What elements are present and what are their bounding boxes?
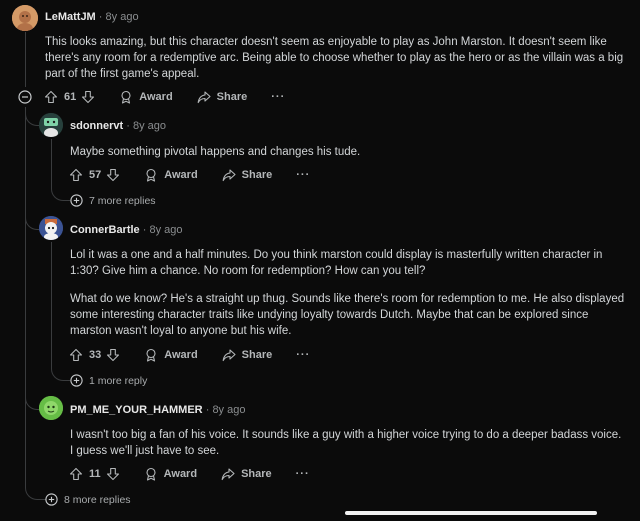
separator: · [142, 224, 147, 236]
award-label: Award [139, 91, 173, 103]
share-button[interactable]: Share [197, 90, 248, 104]
plus-circle-icon [70, 374, 83, 387]
more-replies-link[interactable]: 7 more replies [70, 194, 156, 207]
upvote-icon[interactable] [69, 467, 83, 481]
award-icon [146, 467, 156, 481]
avatar[interactable] [39, 216, 63, 240]
share-icon [197, 91, 211, 104]
share-button[interactable]: Share [222, 348, 273, 362]
comment-body: I wasn't too big a fan of his voice. It … [70, 429, 622, 457]
reply-thread-connector [51, 186, 70, 201]
award-icon [121, 90, 131, 104]
award-label: Award [164, 349, 198, 361]
award-button[interactable]: Award [144, 168, 198, 182]
thread-line-top[interactable] [25, 32, 26, 87]
award-icon [146, 168, 156, 182]
comment-author[interactable]: PM_ME_YOUR_HAMMER · 8y ago [70, 404, 245, 416]
comment-body: This looks amazing, but this character d… [45, 36, 624, 80]
award-icon [146, 348, 156, 362]
separator: · [205, 404, 210, 416]
minus-circle-icon [18, 90, 32, 104]
snoo-avatar-icon [12, 5, 38, 31]
upvote-icon[interactable] [69, 168, 83, 182]
comment-body-paragraph: Lol it was a one and a half minutes. Do … [70, 249, 603, 277]
downvote-icon[interactable] [106, 168, 120, 182]
share-label: Share [216, 91, 248, 103]
reply-thread-connector [51, 366, 70, 381]
share-button[interactable]: Share [222, 168, 273, 182]
separator: · [126, 120, 130, 132]
thread-connector-top-more [25, 478, 46, 500]
downvote-icon[interactable] [106, 348, 120, 362]
more-replies-link[interactable]: 1 more reply [70, 374, 147, 387]
award-button[interactable]: Award [144, 467, 197, 481]
more-options-button[interactable]: ··· [271, 91, 285, 103]
share-icon [222, 169, 236, 182]
avatar[interactable] [39, 396, 63, 420]
timestamp: 8y ago [132, 120, 167, 132]
snoo-avatar-icon [39, 113, 63, 137]
comment-actions: 11 Award Share ··· [69, 467, 310, 481]
collapse-button[interactable] [18, 90, 32, 104]
avatar[interactable] [39, 113, 63, 137]
more-options-button[interactable]: ··· [296, 349, 310, 361]
reply-thread-line[interactable] [51, 242, 52, 367]
upvote-icon[interactable] [44, 90, 58, 104]
snoo-avatar-icon [39, 396, 63, 420]
vote-score: 61 [64, 91, 77, 103]
thread-connector [25, 392, 39, 410]
timestamp: 8y ago [105, 11, 139, 23]
comment-body-paragraph: What do we know? He's a straight up thug… [70, 293, 625, 337]
downvote-icon[interactable] [81, 90, 95, 104]
award-button[interactable]: Award [144, 348, 198, 362]
username[interactable]: PM_ME_YOUR_HAMMER [70, 404, 203, 416]
share-label: Share [241, 468, 272, 480]
separator: · [98, 11, 103, 23]
more-replies-label: 8 more replies [64, 493, 131, 506]
share-label: Share [241, 349, 273, 361]
share-button[interactable]: Share [221, 467, 272, 481]
thread-connector [25, 107, 39, 126]
more-replies-label: 1 more reply [89, 374, 148, 387]
share-icon [222, 349, 236, 362]
award-button[interactable]: Award [119, 90, 173, 104]
snoo-avatar-icon [39, 216, 63, 240]
comment-actions: 33 Award Share ··· [69, 348, 310, 362]
downvote-icon[interactable] [106, 467, 120, 481]
avatar[interactable] [12, 5, 38, 31]
share-icon [221, 468, 235, 481]
plus-circle-icon [70, 194, 83, 207]
username[interactable]: LeMattJM [45, 11, 96, 23]
share-label: Share [241, 169, 273, 181]
plus-circle-icon [45, 493, 58, 506]
comment-author[interactable]: sdonnervt · 8y ago [70, 120, 166, 132]
home-indicator[interactable] [345, 511, 597, 515]
more-replies-label: 7 more replies [89, 194, 156, 207]
timestamp: 8y ago [149, 224, 183, 236]
comment-body: Maybe something pivotal happens and chan… [70, 146, 361, 158]
award-label: Award [163, 468, 198, 480]
award-label: Award [164, 169, 198, 181]
comment-author[interactable]: LeMattJM · 8y ago [45, 11, 139, 23]
more-options-button[interactable]: ··· [296, 169, 310, 181]
thread-connector [25, 212, 39, 230]
thread-line-top-lower[interactable] [25, 107, 26, 480]
vote-score: 57 [89, 169, 102, 181]
comment-author[interactable]: ConnerBartle · 8y ago [70, 224, 183, 236]
comment-actions: 61 Award Share ··· [44, 90, 285, 104]
timestamp: 8y ago [212, 404, 246, 416]
more-replies-link[interactable]: 8 more replies [45, 493, 131, 506]
vote-score: 11 [89, 468, 101, 480]
vote-score: 33 [89, 349, 102, 361]
username[interactable]: sdonnervt [70, 120, 123, 132]
reply-thread-line[interactable] [51, 139, 52, 187]
username[interactable]: ConnerBartle [70, 224, 140, 236]
comment-actions: 57 Award Share ··· [69, 168, 310, 182]
more-options-button[interactable]: ··· [296, 468, 310, 480]
upvote-icon[interactable] [69, 348, 83, 362]
